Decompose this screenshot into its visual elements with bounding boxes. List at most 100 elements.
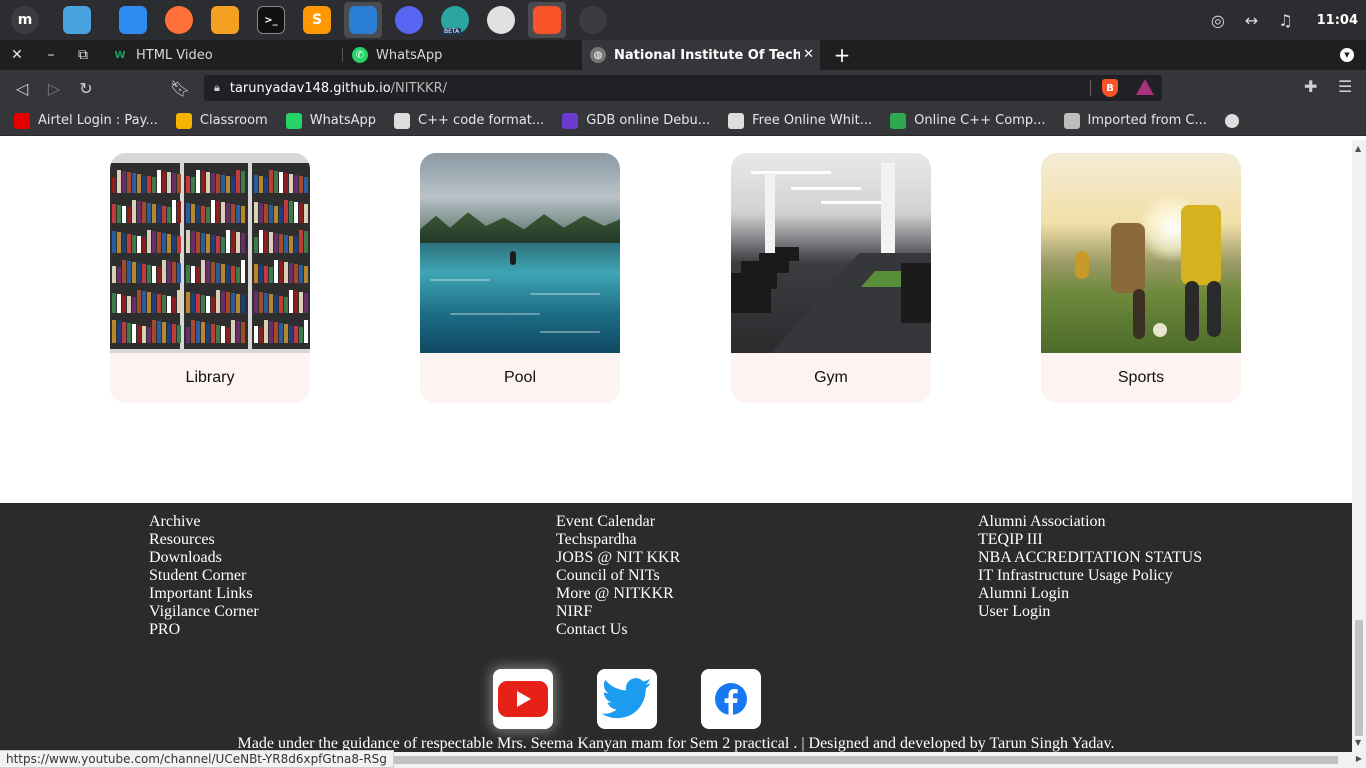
- bookmark-favicon-icon: [175, 112, 192, 129]
- footer-link[interactable]: Techspardha: [556, 531, 680, 549]
- forward-icon[interactable]: ▷: [42, 76, 66, 100]
- footer-link[interactable]: Event Calendar: [556, 513, 680, 531]
- book: [162, 295, 166, 313]
- facebook-link[interactable]: [701, 669, 761, 729]
- footer-link[interactable]: NBA ACCREDITATION STATUS: [978, 549, 1202, 567]
- vertical-scrollbar[interactable]: ▲ ▼: [1352, 140, 1366, 752]
- youtube-link[interactable]: [493, 669, 553, 729]
- book: [241, 171, 245, 193]
- bookmark-item[interactable]: Free Online Whit...: [728, 112, 872, 129]
- footer-link[interactable]: TEQIP III: [978, 531, 1202, 549]
- weight-rack: [901, 263, 931, 323]
- terminal-launcher[interactable]: >_: [252, 2, 290, 38]
- discord-icon: [395, 6, 423, 34]
- book: [117, 232, 121, 253]
- bookmark-item[interactable]: GDB online Debu...: [562, 112, 710, 129]
- facility-card-library[interactable]: Library: [110, 153, 310, 403]
- facility-card-pool[interactable]: Pool: [420, 153, 620, 403]
- scroll-down-icon[interactable]: ▼: [1355, 738, 1361, 747]
- book: [304, 266, 308, 283]
- new-tab-button[interactable]: +: [830, 40, 854, 70]
- book: [236, 267, 240, 283]
- network-icon[interactable]: ↔: [1245, 11, 1258, 30]
- extensions-icon[interactable]: ✚: [1304, 77, 1317, 96]
- book: [162, 171, 166, 193]
- footer-link[interactable]: JOBS @ NIT KKR: [556, 549, 680, 567]
- bookmark-icon[interactable]: 🔖︎: [168, 76, 192, 100]
- files-launcher[interactable]: [58, 2, 96, 38]
- footer-link[interactable]: Vigilance Corner: [149, 603, 259, 621]
- twitter-link[interactable]: [597, 669, 657, 729]
- footer-link[interactable]: Downloads: [149, 549, 259, 567]
- mint-menu-launcher[interactable]: m: [6, 2, 44, 38]
- footer-link[interactable]: User Login: [978, 603, 1202, 621]
- book: [226, 265, 230, 283]
- reload-icon[interactable]: ↻: [74, 76, 98, 100]
- firefox-launcher[interactable]: [160, 2, 198, 38]
- footer-link[interactable]: NIRF: [556, 603, 680, 621]
- bookmark-item[interactable]: Online C++ Comp...: [890, 112, 1046, 129]
- close-tab-icon[interactable]: ✕: [803, 47, 814, 62]
- footer-link[interactable]: PRO: [149, 621, 259, 639]
- globe-icon[interactable]: [1224, 113, 1239, 128]
- footer-link[interactable]: Council of NITs: [556, 567, 680, 585]
- footer-link[interactable]: Alumni Login: [978, 585, 1202, 603]
- footer-link[interactable]: IT Infrastructure Usage Policy: [978, 567, 1202, 585]
- tab-whatsapp[interactable]: ✆ WhatsApp: [344, 40, 580, 70]
- footer-link[interactable]: Resources: [149, 531, 259, 549]
- vscode-launcher[interactable]: [344, 2, 382, 38]
- minimize-icon[interactable]: –: [36, 40, 66, 70]
- tab-search-icon[interactable]: ▼: [1340, 48, 1354, 62]
- book: [196, 321, 200, 343]
- footer-link[interactable]: Student Corner: [149, 567, 259, 585]
- lock-icon[interactable]: 🔒︎: [214, 81, 220, 95]
- book: [147, 230, 151, 253]
- book: [112, 320, 116, 343]
- vertical-scroll-thumb[interactable]: [1355, 620, 1363, 736]
- chrome-launcher[interactable]: [482, 2, 520, 38]
- footer-link[interactable]: Important Links: [149, 585, 259, 603]
- footer-link[interactable]: Contact Us: [556, 621, 680, 639]
- facility-card-sports[interactable]: Sports: [1041, 153, 1241, 403]
- book: [132, 200, 136, 223]
- brave-rewards-icon[interactable]: [1136, 79, 1154, 95]
- bookmark-item[interactable]: Airtel Login : Pay...: [14, 112, 158, 129]
- horizontal-scroll-thumb[interactable]: [388, 756, 1338, 764]
- bookmark-item[interactable]: Classroom: [175, 112, 268, 129]
- bookmark-item[interactable]: Imported from C...: [1063, 112, 1207, 129]
- facility-card-gym[interactable]: Gym: [731, 153, 931, 403]
- bookmark-item[interactable]: WhatsApp: [285, 112, 376, 129]
- bookmark-item[interactable]: C++ code format...: [394, 112, 544, 129]
- sublime-text-launcher[interactable]: S: [298, 2, 336, 38]
- ceiling-light: [791, 187, 861, 190]
- discord-launcher[interactable]: [390, 2, 428, 38]
- footer-link[interactable]: Archive: [149, 513, 259, 531]
- brave-shields-icon[interactable]: B: [1102, 79, 1118, 97]
- tab-html-video[interactable]: W HTML Video: [104, 40, 340, 70]
- menu-icon[interactable]: ☰: [1338, 77, 1352, 96]
- book: [211, 324, 215, 343]
- obs-launcher[interactable]: [574, 2, 612, 38]
- close-window-icon[interactable]: ✕: [2, 40, 32, 70]
- obs-tray-icon[interactable]: ◎: [1211, 11, 1225, 30]
- book: [221, 264, 225, 283]
- back-icon[interactable]: ◁: [10, 76, 34, 100]
- edge-beta-launcher[interactable]: BETA: [436, 2, 474, 38]
- book: [167, 323, 171, 343]
- address-bar[interactable]: 🔒︎ tarunyadav148.github.io/NITKKR/ B: [204, 75, 1162, 101]
- tab-nit-kkr[interactable]: ◍ National Institute Of Technolo ✕: [582, 40, 820, 70]
- bookshelf: [252, 163, 310, 349]
- scroll-right-icon[interactable]: ▶: [1356, 754, 1362, 763]
- book: [177, 325, 181, 343]
- bookmark-favicon-icon: [1063, 112, 1080, 129]
- restore-icon[interactable]: ⧉: [68, 40, 98, 70]
- brave-launcher[interactable]: [528, 2, 566, 38]
- genie-launcher[interactable]: [206, 2, 244, 38]
- clock[interactable]: 11:04: [1317, 13, 1358, 28]
- link-status-bar: https://www.youtube.com/channel/UCeNBt-Y…: [0, 750, 394, 768]
- sound-icon[interactable]: ♫: [1278, 11, 1292, 30]
- scroll-up-icon[interactable]: ▲: [1355, 144, 1361, 153]
- finder-launcher[interactable]: [114, 2, 152, 38]
- footer-link[interactable]: Alumni Association: [978, 513, 1202, 531]
- footer-link[interactable]: More @ NITKKR: [556, 585, 680, 603]
